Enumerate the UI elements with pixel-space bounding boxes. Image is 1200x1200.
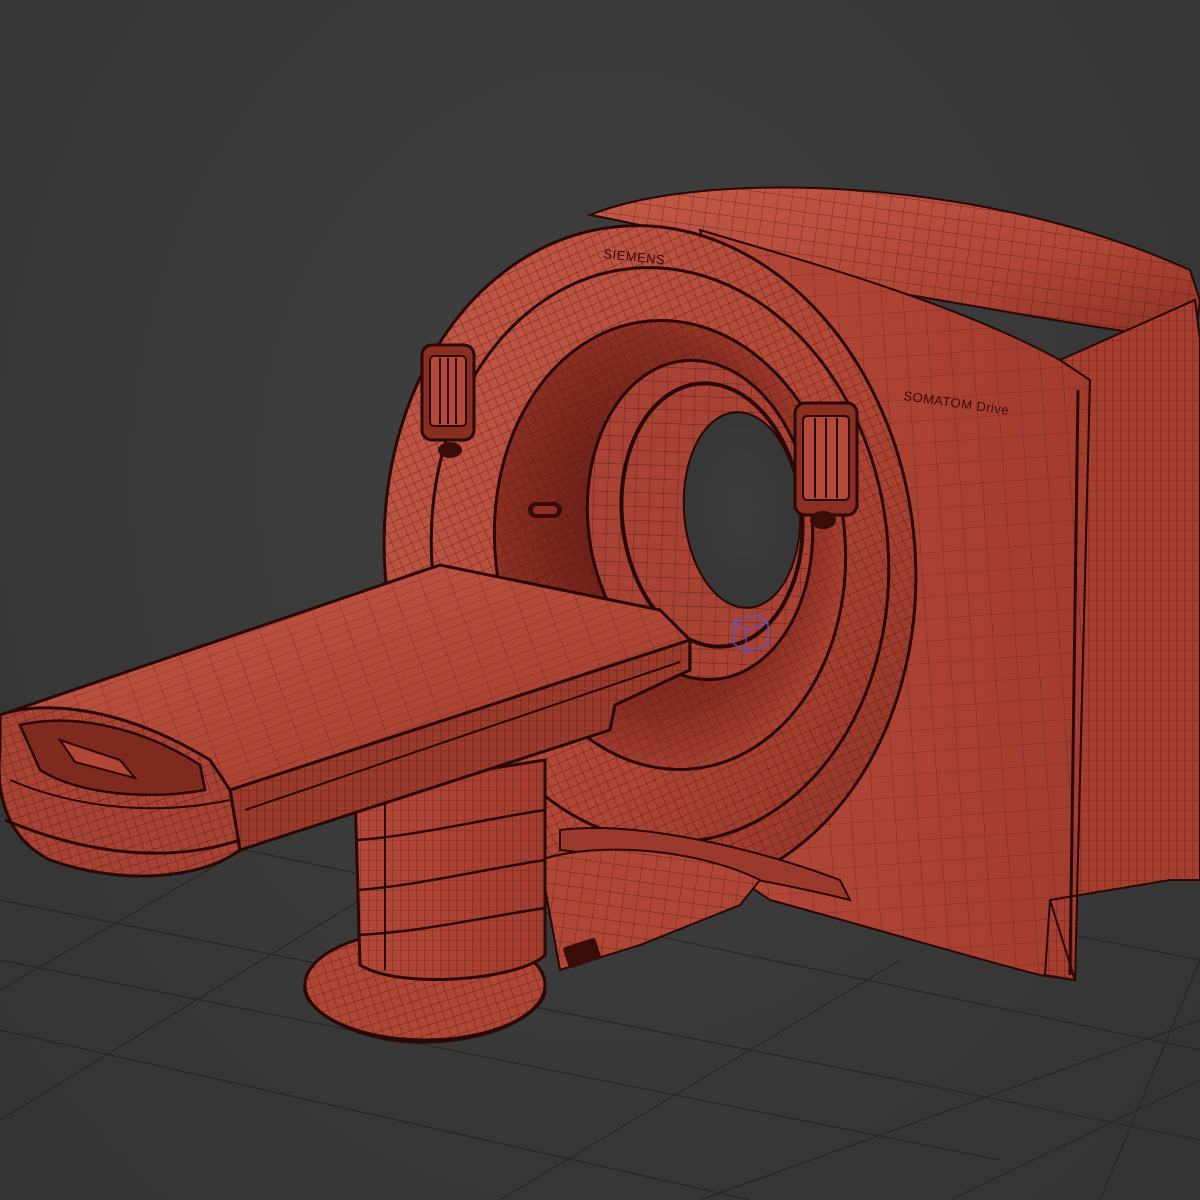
grid-line (0, 1029, 751, 1200)
right-control-panel[interactable] (793, 401, 859, 529)
viewport-canvas[interactable]: SIEMENS SOMATOM Drive (0, 0, 1200, 1200)
grid-line (499, 959, 901, 1200)
3d-viewport[interactable]: SIEMENS SOMATOM Drive (0, 0, 1200, 1200)
grid-line (699, 1019, 1200, 1200)
left-control-panel[interactable] (420, 343, 476, 458)
grid-line (1099, 959, 1200, 1200)
